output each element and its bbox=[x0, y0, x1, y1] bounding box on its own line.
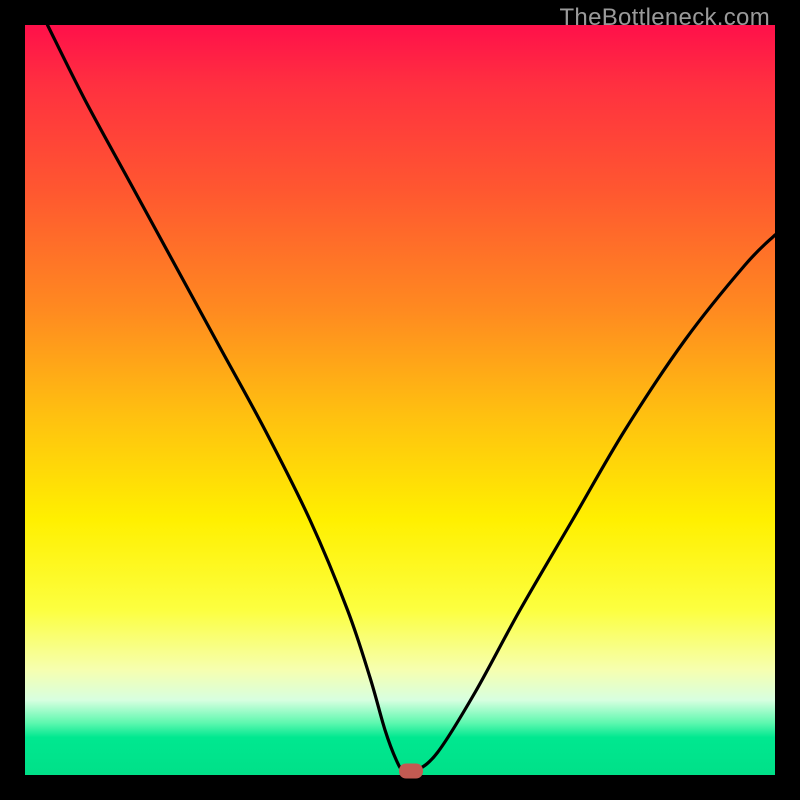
curve-path bbox=[48, 25, 776, 773]
optimal-marker bbox=[399, 764, 423, 779]
watermark-text: TheBottleneck.com bbox=[559, 4, 770, 32]
bottleneck-curve bbox=[25, 25, 775, 775]
chart-frame: TheBottleneck.com bbox=[0, 0, 800, 800]
